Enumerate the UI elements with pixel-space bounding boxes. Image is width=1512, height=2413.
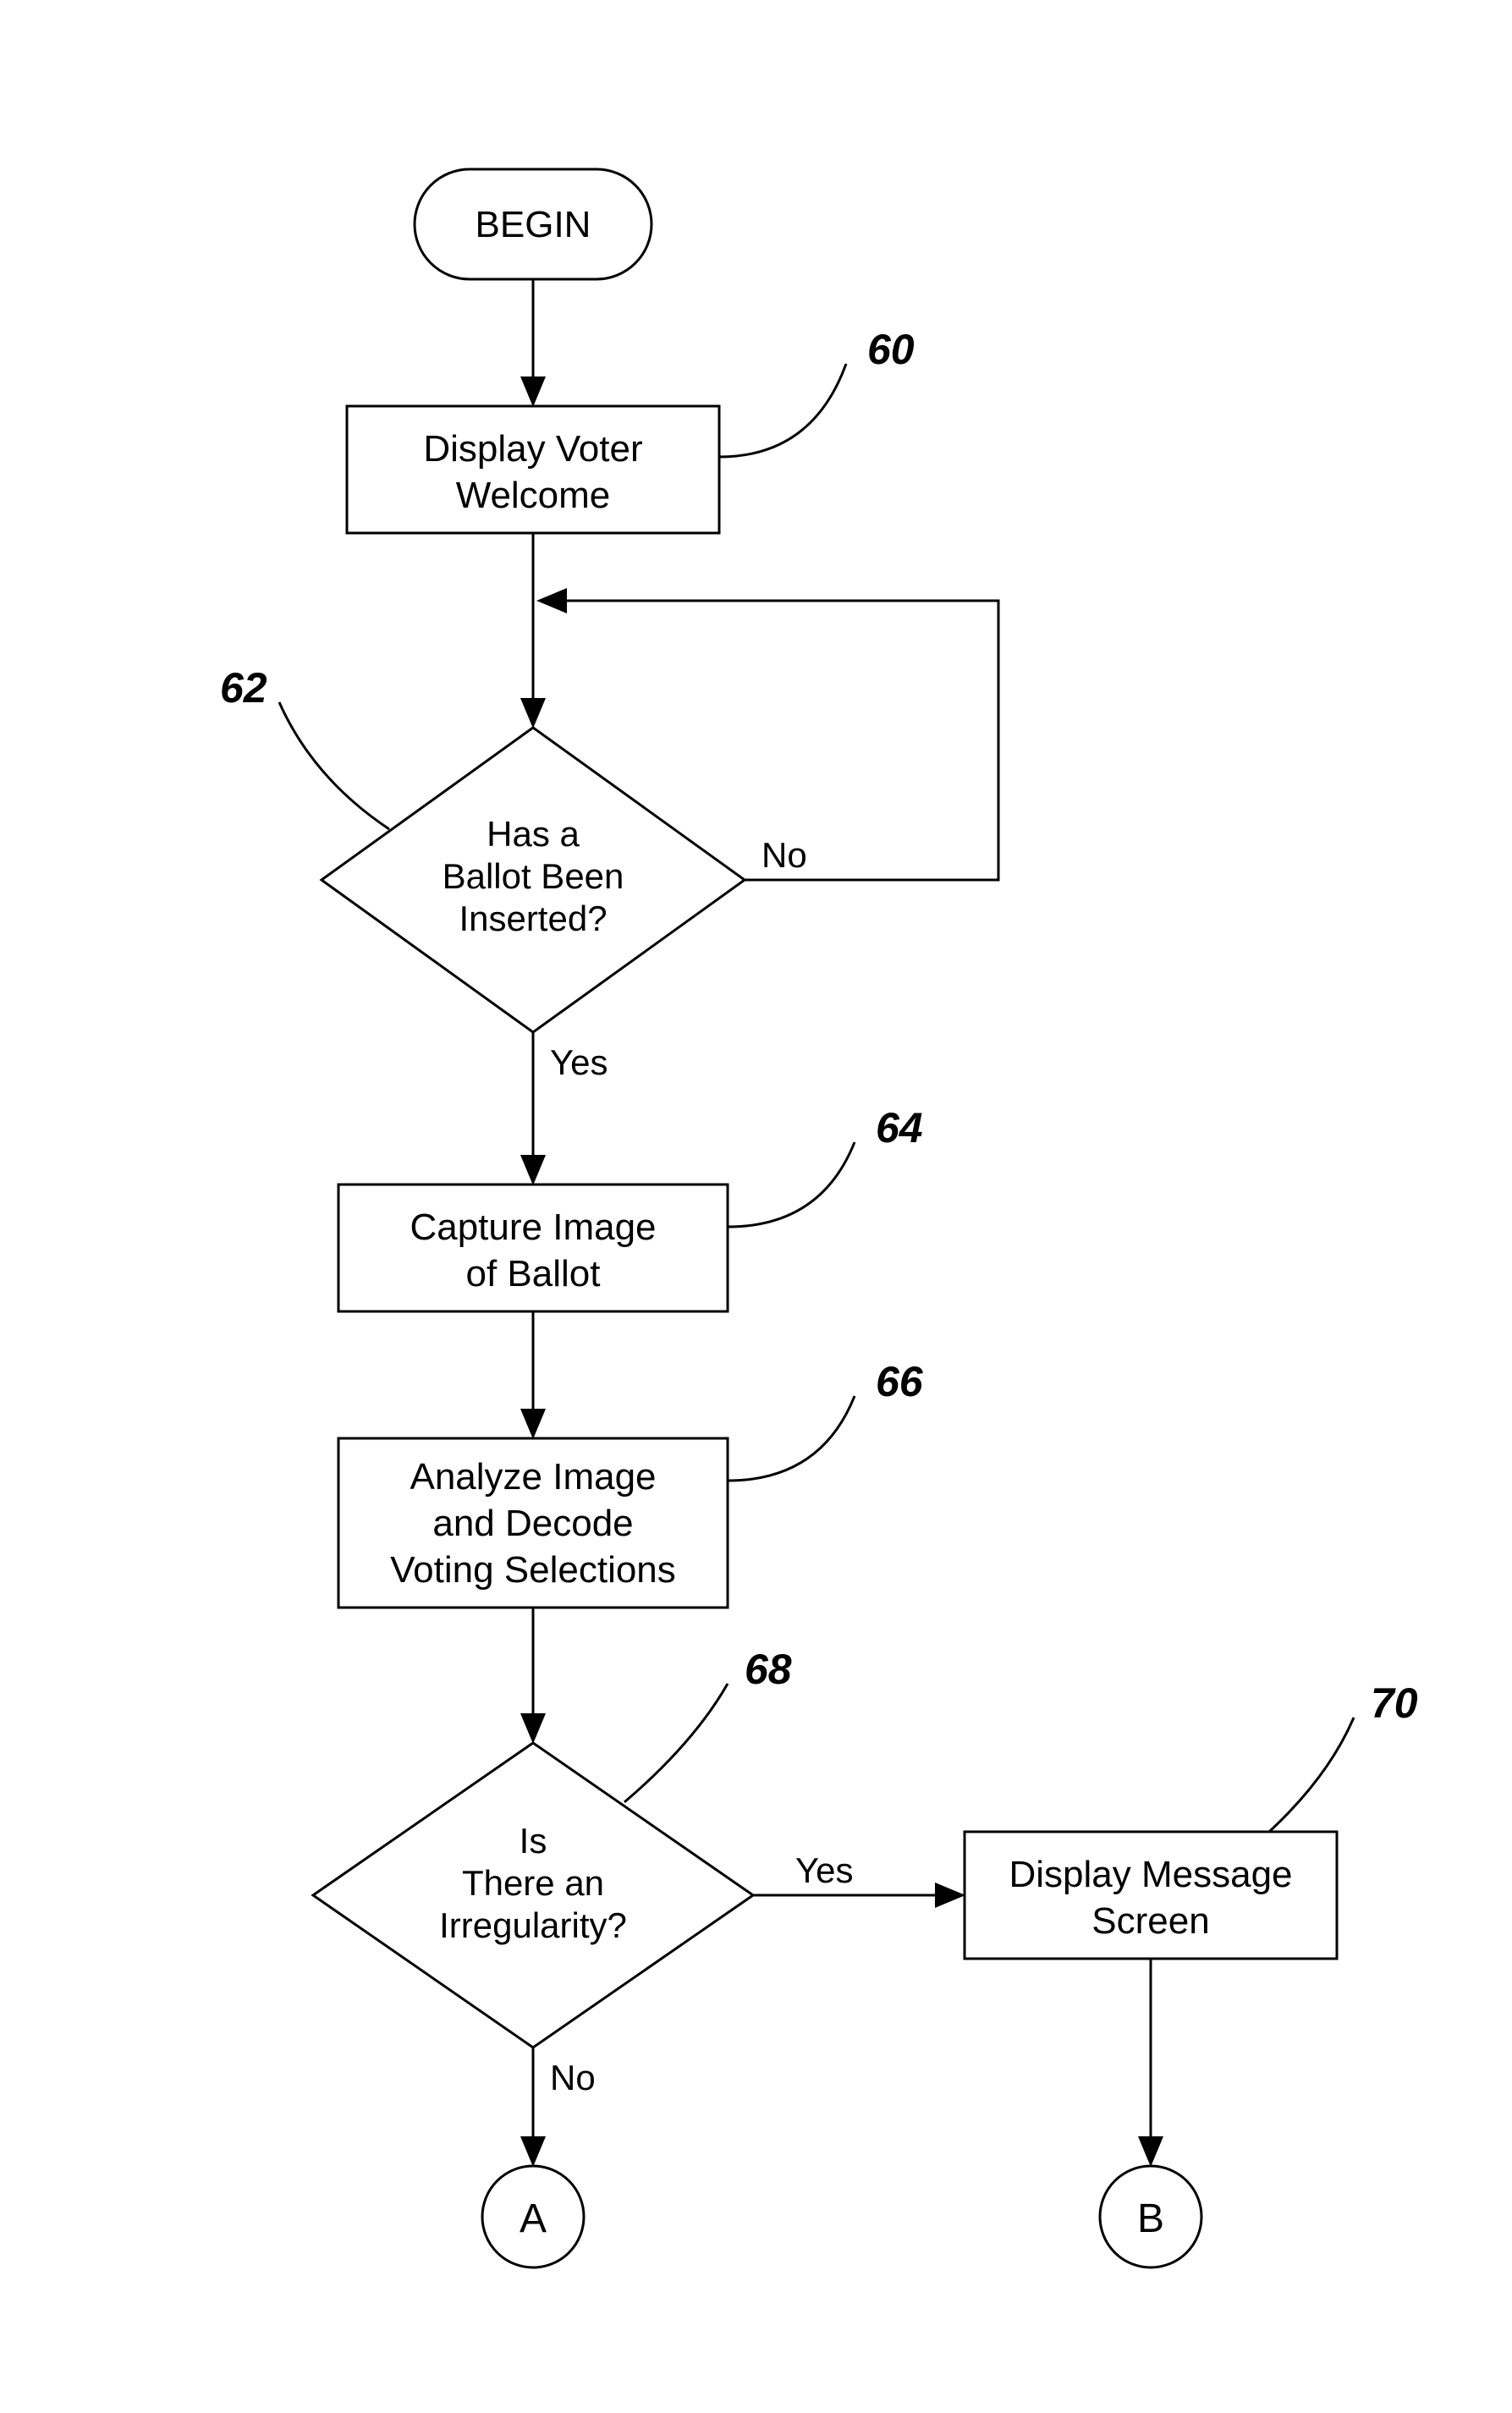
analyze-ref: 66 [728, 1358, 924, 1481]
connector-a: A [482, 2166, 584, 2267]
begin-node: BEGIN [415, 169, 652, 279]
yes-label-68: Yes [795, 1850, 854, 1890]
no-label-68: No [550, 2058, 596, 2097]
display-msg-line1: Display Message [1009, 1854, 1292, 1895]
ballot-line1: Has a [487, 814, 580, 854]
analyze-node: Analyze Image and Decode Voting Selectio… [338, 1438, 728, 1608]
edge-decision68-no: No [533, 2047, 596, 2162]
ballot-ref: 62 [220, 664, 389, 829]
capture-line2: of Ballot [466, 1253, 601, 1294]
welcome-ref-label: 60 [867, 326, 915, 373]
ballot-line2: Ballot Been [443, 856, 624, 896]
capture-ref-label: 64 [876, 1104, 923, 1152]
yes-label-62: Yes [550, 1042, 608, 1082]
begin-label: BEGIN [476, 204, 591, 245]
display-msg-ref: 70 [1269, 1679, 1418, 1832]
connector-b-label: B [1137, 2196, 1164, 2241]
irregularity-decision: Is There an Irregularity? [313, 1743, 753, 2047]
irreg-line3: Irregularity? [439, 1905, 627, 1945]
irreg-line2: There an [462, 1863, 604, 1903]
irregularity-ref: 68 [624, 1646, 792, 1802]
capture-ref: 64 [728, 1104, 923, 1227]
edge-decision68-yes: Yes [753, 1850, 960, 1895]
capture-node: Capture Image of Ballot [338, 1185, 728, 1311]
analyze-line3: Voting Selections [390, 1549, 676, 1591]
display-msg-ref-label: 70 [1371, 1679, 1418, 1727]
display-msg-node: Display Message Screen [965, 1832, 1337, 1959]
irregularity-ref-label: 68 [745, 1646, 792, 1693]
ballot-ref-label: 62 [220, 664, 267, 712]
welcome-ref: 60 [719, 326, 915, 457]
connector-a-label: A [520, 2196, 547, 2241]
welcome-line2: Welcome [456, 475, 611, 516]
display-msg-line2: Screen [1091, 1900, 1209, 1942]
welcome-line1: Display Voter [423, 428, 642, 470]
analyze-ref-label: 66 [876, 1358, 924, 1405]
welcome-node: Display Voter Welcome [347, 406, 719, 533]
edge-decision62-yes: Yes [533, 1032, 608, 1180]
capture-line1: Capture Image [410, 1206, 656, 1248]
ballot-line3: Inserted? [459, 899, 607, 938]
no-label-62: No [761, 835, 807, 875]
connector-b: B [1100, 2166, 1201, 2267]
ballot-inserted-decision: Has a Ballot Been Inserted? [322, 728, 745, 1032]
flowchart-diagram: BEGIN Display Voter Welcome 60 Has a Bal… [0, 0, 1512, 2413]
analyze-line1: Analyze Image [410, 1456, 656, 1498]
irreg-line1: Is [520, 1821, 547, 1861]
analyze-line2: and Decode [432, 1503, 633, 1544]
